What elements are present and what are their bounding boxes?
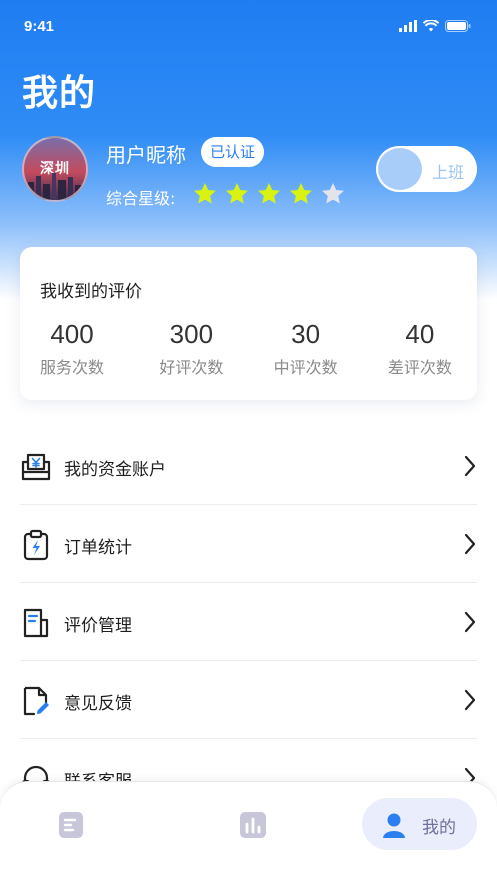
- stat-positive-count: 300 好评次数: [134, 319, 248, 378]
- stat-value: 40: [405, 319, 435, 349]
- city-skyline-icon: [28, 173, 84, 200]
- stat-value: 400: [50, 319, 94, 349]
- menu-item-feedback[interactable]: 意见反馈: [20, 661, 477, 739]
- wifi-icon: [423, 20, 439, 32]
- status-bar: 9:41: [0, 0, 497, 54]
- wallet-yuan-icon: [21, 453, 51, 481]
- signal-icon: [399, 20, 417, 32]
- avatar[interactable]: 深圳: [22, 136, 88, 202]
- verified-badge: 已认证: [201, 137, 265, 167]
- bar-chart-icon: [240, 812, 266, 838]
- page-title: 我的: [22, 73, 97, 114]
- star-filled-icon: [258, 182, 280, 204]
- settings-menu: 我的资金账户 订单统计 评价管理 意见反馈: [20, 427, 477, 817]
- chevron-right-icon: [464, 689, 476, 711]
- list-icon: [59, 812, 83, 838]
- menu-item-label: 意见反馈: [64, 694, 132, 714]
- stat-label: 差评次数: [387, 358, 452, 377]
- menu-item-review-management[interactable]: 评价管理: [20, 583, 477, 661]
- rating-label: 综合星级:: [106, 189, 176, 208]
- duty-toggle[interactable]: 上班: [376, 146, 477, 192]
- menu-item-label: 评价管理: [64, 616, 132, 636]
- battery-icon: [445, 20, 471, 32]
- star-filled-icon: [194, 182, 216, 204]
- chevron-right-icon: [464, 611, 476, 633]
- chevron-right-icon: [464, 533, 476, 555]
- tab-stats[interactable]: [232, 798, 274, 850]
- stat-value: 30: [291, 319, 321, 349]
- tab-bar: 我的: [0, 781, 497, 883]
- star-empty-icon: [322, 182, 344, 204]
- star-filled-icon: [290, 182, 312, 204]
- file-edit-icon: [23, 686, 49, 716]
- stat-negative-count: 40 差评次数: [363, 319, 477, 378]
- duty-toggle-label: 上班: [431, 163, 464, 182]
- menu-item-label: 订单统计: [64, 538, 132, 558]
- nickname: 用户昵称: [106, 143, 186, 167]
- stat-neutral-count: 30 中评次数: [249, 319, 363, 378]
- stat-value: 300: [169, 319, 214, 349]
- tab-mine[interactable]: 我的: [362, 798, 477, 850]
- stat-label: 中评次数: [273, 358, 338, 377]
- tab-orders[interactable]: [50, 798, 92, 850]
- menu-item-label: 我的资金账户: [64, 460, 166, 480]
- star-rating: [192, 181, 346, 207]
- stat-label: 服务次数: [40, 358, 105, 377]
- stat-label: 好评次数: [159, 358, 224, 377]
- review-summary-card: 我收到的评价 400 服务次数 300 好评次数 30 中评次数 40 差评次数: [20, 247, 477, 400]
- review-stats: 400 服务次数 300 好评次数 30 中评次数 40 差评次数: [20, 319, 477, 378]
- status-time: 9:41: [24, 18, 55, 35]
- review-card-title: 我收到的评价: [40, 282, 142, 302]
- duty-toggle-knob[interactable]: [378, 148, 422, 190]
- stat-service-count: 400 服务次数: [20, 319, 134, 378]
- menu-item-order-stats[interactable]: 订单统计: [20, 505, 477, 583]
- tab-mine-label: 我的: [422, 818, 456, 838]
- status-icons: [399, 20, 471, 32]
- user-icon: [383, 813, 405, 838]
- document-list-icon: [23, 608, 49, 638]
- star-filled-icon: [226, 182, 248, 204]
- chevron-right-icon: [464, 455, 476, 477]
- menu-item-fund-account[interactable]: 我的资金账户: [20, 427, 477, 505]
- clipboard-bolt-icon: [23, 529, 49, 561]
